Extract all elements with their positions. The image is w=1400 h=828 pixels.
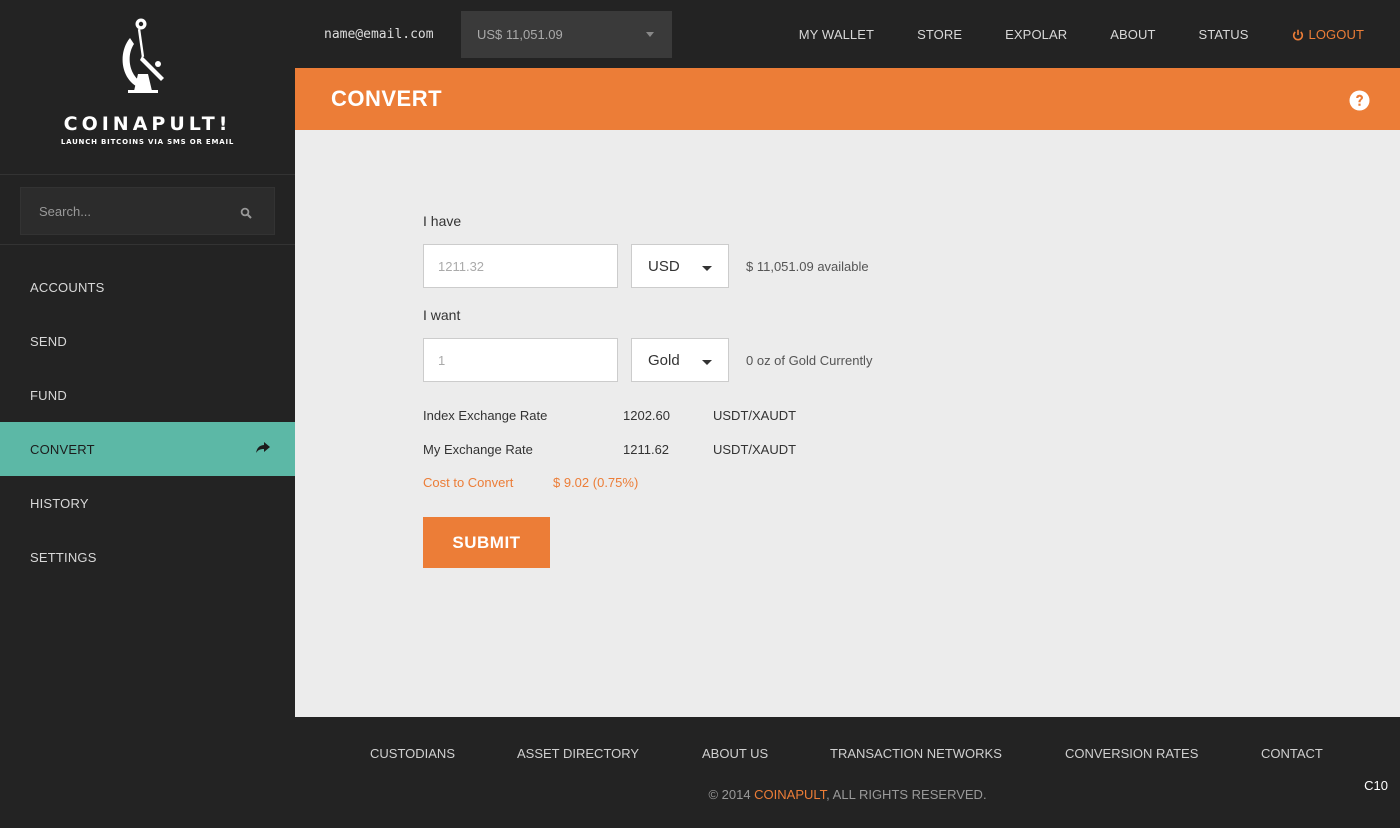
cost-label: Cost to Convert — [423, 475, 514, 490]
power-icon — [1292, 29, 1303, 40]
sidebar-item-convert[interactable]: CONVERT — [0, 422, 295, 476]
sidebar-item-label: CONVERT — [30, 441, 95, 457]
nav-expolar[interactable]: EXPOLAR — [1005, 27, 1067, 42]
my-rate-value: 1211.62 — [623, 442, 670, 457]
copyright-prefix: © 2014 — [708, 787, 755, 802]
copyright-suffix: , ALL RIGHTS RESERVED. — [826, 787, 987, 802]
caret-down-icon — [702, 266, 712, 271]
balance-value: US$ 11,051.09 — [477, 27, 563, 42]
current-holding: 0 oz of Gold Currently — [746, 353, 873, 368]
logo-tagline: LAUNCH BITCOINS VIA SMS OR EMAIL — [60, 138, 235, 146]
sidebar-item-label: FUND — [30, 387, 67, 403]
index-rate-pair: USDT/XAUDT — [713, 408, 797, 423]
want-label: I want — [423, 307, 461, 323]
want-currency-value: Gold — [648, 352, 680, 369]
page-title: CONVERT — [331, 86, 443, 111]
copyright-brand-link[interactable]: COINAPULT — [754, 787, 826, 802]
corner-label: C10 — [1364, 778, 1388, 793]
footer-link-asset-directory[interactable]: ASSET DIRECTORY — [517, 746, 639, 761]
submit-button[interactable]: SUBMIT — [423, 517, 550, 568]
copyright: © 2014 COINAPULT, ALL RIGHTS RESERVED. — [295, 787, 1400, 802]
nav-store[interactable]: STORE — [917, 27, 962, 42]
index-rate-value: 1202.60 — [623, 408, 670, 423]
index-rate-label: Index Exchange Rate — [423, 408, 548, 423]
have-amount-input[interactable] — [423, 244, 618, 288]
search-input[interactable] — [21, 188, 231, 234]
have-currency-value: USD — [648, 258, 680, 275]
footer-links: CUSTODIANS ASSET DIRECTORY ABOUT US TRAN… — [295, 746, 1400, 762]
nav-status[interactable]: STATUS — [1199, 27, 1249, 42]
want-currency-select[interactable]: Gold — [631, 338, 729, 382]
nav-about[interactable]: ABOUT — [1110, 27, 1155, 42]
want-amount-input[interactable] — [423, 338, 618, 382]
footer-link-transaction-networks[interactable]: TRANSACTION NETWORKS — [830, 746, 1002, 761]
sidebar-item-history[interactable]: HISTORY — [0, 476, 295, 530]
sidebar-item-fund[interactable]: FUND — [0, 368, 295, 422]
caret-down-icon — [702, 360, 712, 365]
sidebar-item-label: HISTORY — [30, 495, 89, 511]
search-icon[interactable] — [240, 207, 252, 219]
sidebar-item-send[interactable]: SEND — [0, 314, 295, 368]
top-bar: name@email.com US$ 11,051.09 MY WALLET S… — [295, 0, 1400, 68]
my-rate-label: My Exchange Rate — [423, 442, 533, 457]
sidebar-search — [20, 187, 275, 235]
have-currency-select[interactable]: USD — [631, 244, 729, 288]
cost-value: $ 9.02 (0.75%) — [553, 475, 639, 490]
footer: CUSTODIANS ASSET DIRECTORY ABOUT US TRAN… — [295, 717, 1400, 828]
logo-text: COINAPULT! — [63, 113, 232, 135]
question-circle-icon[interactable] — [1349, 90, 1370, 111]
available-balance: $ 11,051.09 available — [746, 259, 869, 274]
sidebar-item-label: SEND — [30, 333, 67, 349]
logo[interactable]: COINAPULT! LAUNCH BITCOINS VIA SMS OR EM… — [0, 0, 295, 175]
footer-link-contact[interactable]: CONTACT — [1261, 746, 1323, 761]
user-email: name@email.com — [324, 27, 434, 42]
sidebar-item-label: ACCOUNTS — [30, 279, 105, 295]
sidebar-item-label: SETTINGS — [30, 549, 97, 565]
sidebar: COINAPULT! LAUNCH BITCOINS VIA SMS OR EM… — [0, 0, 295, 828]
have-label: I have — [423, 213, 462, 229]
catapult-logo-icon — [122, 18, 164, 93]
page-header: CONVERT — [295, 68, 1400, 130]
share-icon — [256, 442, 270, 453]
sidebar-item-settings[interactable]: SETTINGS — [0, 530, 295, 584]
caret-down-icon — [646, 32, 654, 37]
logout-label: LOGOUT — [1308, 27, 1364, 42]
logout-button[interactable]: LOGOUT — [1292, 27, 1365, 42]
footer-link-conversion-rates[interactable]: CONVERSION RATES — [1065, 746, 1198, 761]
my-rate-pair: USDT/XAUDT — [713, 442, 797, 457]
footer-link-custodians[interactable]: CUSTODIANS — [370, 746, 455, 761]
sidebar-nav: ACCOUNTS SEND FUND CONVERT HISTORY SETTI… — [0, 260, 295, 584]
footer-link-about-us[interactable]: ABOUT US — [702, 746, 768, 761]
sidebar-item-accounts[interactable]: ACCOUNTS — [0, 260, 295, 314]
nav-my-wallet[interactable]: MY WALLET — [799, 27, 874, 42]
balance-dropdown[interactable]: US$ 11,051.09 — [461, 11, 672, 58]
top-nav: MY WALLET STORE EXPOLAR ABOUT STATUS LOG… — [756, 27, 1364, 42]
divider — [0, 244, 295, 245]
